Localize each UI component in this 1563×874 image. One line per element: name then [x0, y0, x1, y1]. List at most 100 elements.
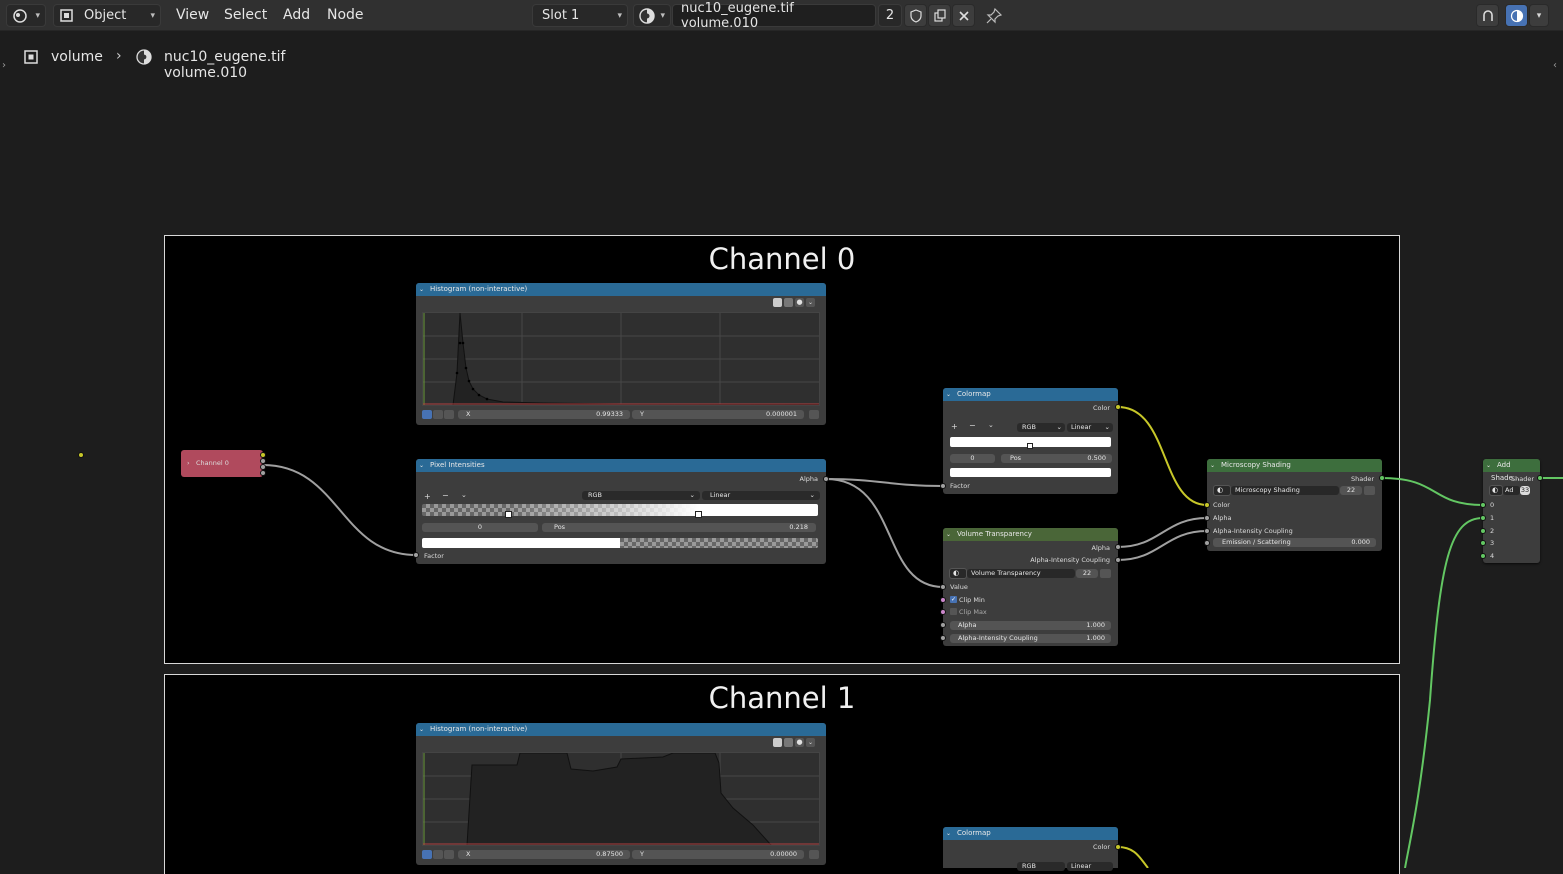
node-channel-0[interactable]: › Channel 0: [78, 450, 263, 477]
collapse-icon[interactable]: ⌄: [946, 827, 951, 840]
socket-add-shader-in-1[interactable]: [1480, 515, 1486, 521]
color-mode-select[interactable]: RGB ⌄: [582, 491, 700, 500]
socket-shading-color-in[interactable]: [1204, 502, 1210, 508]
alpha-field[interactable]: Alpha 1.000: [950, 621, 1111, 630]
group-select[interactable]: ◐: [949, 568, 967, 579]
group-users[interactable]: 22: [1076, 569, 1098, 578]
node-header[interactable]: ⌄ Colormap: [943, 388, 1118, 401]
stop-index-field[interactable]: 0: [422, 523, 538, 532]
socket-colormap-factor-in[interactable]: [940, 483, 946, 489]
group-users[interactable]: 22: [1340, 486, 1362, 495]
socket-channel0-out-3[interactable]: [260, 470, 266, 476]
socket-clip-max-in[interactable]: [940, 609, 946, 615]
collapse-icon[interactable]: ⌄: [419, 723, 424, 736]
handle-auto-icon[interactable]: [422, 410, 432, 419]
group-select[interactable]: ◐: [1489, 485, 1503, 496]
y-field[interactable]: Y 0.00000: [632, 850, 804, 859]
node-header[interactable]: ⌄ Colormap: [943, 827, 1118, 840]
shield-icon[interactable]: [1364, 486, 1375, 495]
delete-point-button[interactable]: [809, 850, 819, 859]
y-field[interactable]: Y 0.000001: [632, 410, 804, 419]
group-name-field[interactable]: Microscopy Shading: [1231, 486, 1339, 495]
collapse-icon[interactable]: ⌄: [419, 459, 424, 472]
remove-stop-icon[interactable]: −: [442, 491, 449, 500]
node-header[interactable]: ⌄ Volume Transparency: [943, 528, 1118, 541]
overlay-dropdown-button[interactable]: ▾: [1529, 4, 1549, 27]
stop-color-swatch[interactable]: [422, 538, 818, 548]
socket-add-shader-in-3[interactable]: [1480, 540, 1486, 546]
editor-type-button[interactable]: ▾: [6, 4, 46, 27]
socket-colormap1-color-out[interactable]: [1115, 844, 1121, 850]
socket-pixel-factor-in[interactable]: [413, 552, 419, 558]
node-microscopy-shading[interactable]: ⌄ Microscopy Shading Shader ◐ Microscopy…: [1207, 459, 1382, 551]
handle-free-icon[interactable]: [444, 850, 454, 859]
color-mode-select[interactable]: RGB ⌄: [1017, 423, 1065, 432]
duplicate-button[interactable]: [928, 4, 951, 27]
group-select[interactable]: ◐: [1213, 485, 1231, 496]
mode-select[interactable]: Object ▾: [53, 4, 161, 27]
group-name-field[interactable]: Volume Transparency: [967, 569, 1075, 578]
socket-pixel-alpha-out[interactable]: [823, 476, 829, 482]
interpolation-select[interactable]: Linear ⌄: [1067, 423, 1113, 432]
socket-alpha-in[interactable]: [940, 622, 946, 628]
socket-add-shader-in-0[interactable]: [1480, 502, 1486, 508]
node-header[interactable]: ⌄ Microscopy Shading: [1207, 459, 1382, 472]
dot-icon[interactable]: ●: [795, 738, 804, 747]
node-colormap-0[interactable]: ⌄ Colormap Color + − ⌄ RGB ⌄ Linear ⌄ 0 …: [943, 388, 1118, 494]
socket-add-shader-in-4[interactable]: [1480, 553, 1486, 559]
dot-icon[interactable]: ●: [795, 298, 804, 307]
menu-node[interactable]: Node: [327, 7, 364, 23]
emission-field[interactable]: Emission / Scattering 0.000: [1213, 538, 1376, 547]
material-name-field[interactable]: nuc10_eugene.tif volume.010: [672, 1, 876, 31]
position-field[interactable]: Pos 0.218: [542, 523, 816, 532]
ramp-stop-handle[interactable]: [505, 511, 512, 518]
socket-transparency-coupling-out[interactable]: [1115, 557, 1121, 563]
delete-point-button[interactable]: [809, 410, 819, 419]
node-pixel-intensities[interactable]: ⌄ Pixel Intensities Alpha + − ⌄ RGB ⌄ Li…: [416, 459, 826, 564]
x-field[interactable]: X 0.87500: [458, 850, 630, 859]
node-add-shader[interactable]: ⌄ Add Shade... Shader ◐ Ad 33 0 1 2 3 4: [1483, 459, 1540, 563]
socket-add-shader-out[interactable]: [1537, 475, 1543, 481]
collapse-icon[interactable]: ⌄: [946, 528, 951, 541]
handle-free-icon[interactable]: [444, 410, 454, 419]
socket-colormap-color-out[interactable]: [1115, 404, 1121, 410]
group-users[interactable]: 33: [1520, 486, 1530, 495]
snap-button[interactable]: [1476, 4, 1499, 27]
toolbar-expand-icon[interactable]: ›: [2, 60, 6, 71]
add-stop-icon[interactable]: +: [424, 492, 431, 501]
node-volume-transparency[interactable]: ⌄ Volume Transparency Alpha Alpha-Intens…: [943, 528, 1118, 646]
node-header[interactable]: ⌄ Histogram (non-interactive): [416, 723, 826, 736]
unlink-button[interactable]: [952, 4, 975, 27]
tool-icon[interactable]: [784, 738, 793, 747]
socket-shading-shader-out[interactable]: [1379, 475, 1385, 481]
group-name-field[interactable]: Ad: [1503, 486, 1520, 495]
stop-color-swatch[interactable]: [950, 468, 1111, 477]
interpolation-select[interactable]: Linear: [1067, 862, 1113, 871]
socket-transparency-value-in[interactable]: [940, 584, 946, 590]
color-mode-select[interactable]: RGB: [1017, 862, 1065, 871]
handle-vector-icon[interactable]: [433, 410, 443, 419]
node-histogram-0[interactable]: ⌄ Histogram (non-interactive) ● ⌄ X 0.99…: [416, 283, 826, 425]
socket-output[interactable]: [78, 452, 84, 458]
socket-shading-coupling-in[interactable]: [1204, 528, 1210, 534]
chevron-down-icon[interactable]: ⌄: [806, 738, 815, 747]
collapse-icon[interactable]: ⌄: [1486, 459, 1491, 472]
chevron-down-icon[interactable]: ⌄: [461, 491, 467, 499]
shield-icon[interactable]: [1100, 569, 1111, 578]
stop-index-field[interactable]: 0: [950, 454, 995, 463]
menu-add[interactable]: Add: [283, 7, 310, 23]
chevron-down-icon[interactable]: ⌄: [806, 298, 815, 307]
chevron-down-icon[interactable]: ⌄: [988, 421, 994, 429]
reset-view-icon[interactable]: [773, 298, 782, 307]
clip-max-checkbox[interactable]: [950, 608, 957, 615]
ramp-stop-handle[interactable]: [695, 511, 702, 518]
node-colormap-1[interactable]: ⌄ Colormap Color RGB Linear: [943, 827, 1118, 871]
node-header[interactable]: ⌄ Histogram (non-interactive): [416, 283, 826, 296]
ramp-stop-handle[interactable]: [1027, 443, 1033, 449]
clip-min-checkbox[interactable]: ✓: [950, 596, 957, 603]
socket-shading-emission-in[interactable]: [1204, 540, 1210, 546]
position-field[interactable]: Pos 0.500: [1001, 454, 1112, 463]
user-count-button[interactable]: 2: [878, 4, 902, 27]
interpolation-select[interactable]: Linear ⌄: [702, 491, 820, 500]
menu-view[interactable]: View: [176, 7, 209, 23]
